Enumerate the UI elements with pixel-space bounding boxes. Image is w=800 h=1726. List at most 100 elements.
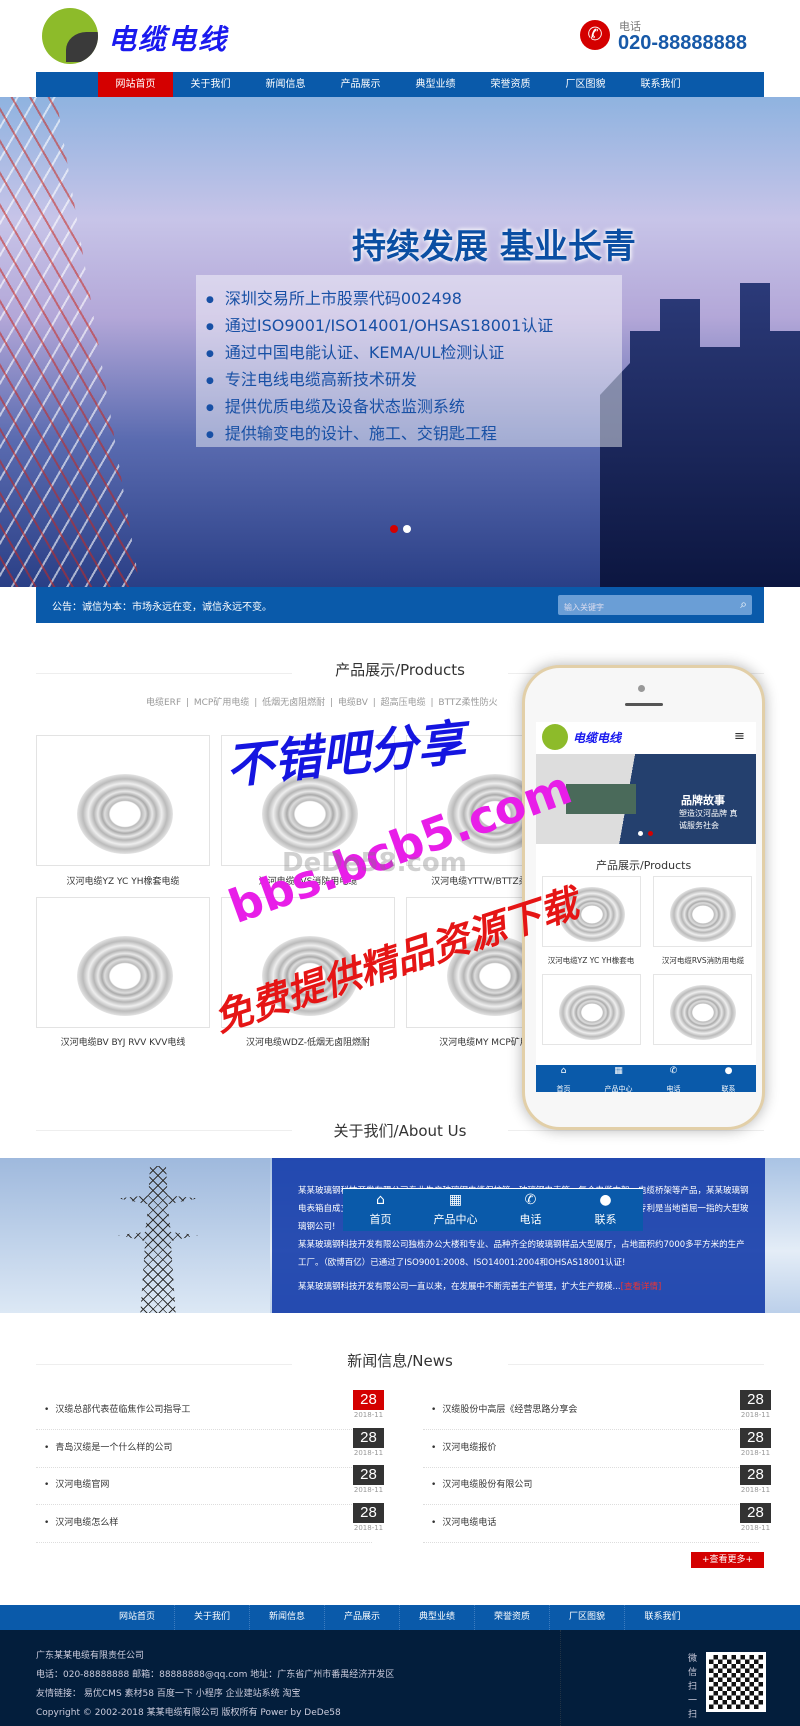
product-label[interactable]: 汉河电缆YZ YC YH橡套电缆 xyxy=(36,874,210,887)
friend-link[interactable]: 素材58 xyxy=(125,1689,154,1699)
product-categories[interactable]: 电缆ERF | MCP矿用电缆 | 低烟无卤阻燃耐 | 电缆BV | 超高压电缆… xyxy=(146,695,498,708)
news-title[interactable]: 汉河电缆股份有限公司 xyxy=(431,1477,532,1490)
footer-nav-item[interactable]: 联系我们 xyxy=(625,1605,700,1630)
menu-icon[interactable]: ≡ xyxy=(734,729,745,744)
news-item[interactable]: 汉河电缆官网 282018-11 xyxy=(36,1465,384,1505)
news-title[interactable]: 汉河电缆报价 xyxy=(431,1440,496,1453)
nav-item-about[interactable]: 关于我们 xyxy=(173,72,248,97)
nav-item-cases[interactable]: 典型业绩 xyxy=(398,72,473,97)
footer-copyright: Copyright © 2002-2018 某某电缆有限公司 版权所有 Powe… xyxy=(36,1708,341,1718)
mobile-product-label: 汉河电缆YZ YC YH橡套电 xyxy=(547,956,635,965)
nav-item-home[interactable]: 网站首页 xyxy=(98,72,173,97)
news-date: 2018-11 xyxy=(740,1486,771,1494)
footer-nav: 网站首页 关于我们 新闻信息 产品展示 典型业绩 荣誉资质 厂区图貌 联系我们 xyxy=(0,1605,800,1630)
product-card[interactable] xyxy=(221,897,395,1028)
nav-item-products[interactable]: 产品展示 xyxy=(323,72,398,97)
news-item[interactable]: 汉河电缆电话 282018-11 xyxy=(423,1503,771,1543)
news-item[interactable]: 汉缆股份中高层《经营思路分享会 282018-11 xyxy=(423,1390,771,1430)
news-item[interactable]: 汉河电缆报价 282018-11 xyxy=(423,1428,771,1468)
hero-banner[interactable]: 持续发展 基业长青 深圳交易所上市股票代码002498 通过ISO9001/IS… xyxy=(0,97,800,587)
mobile-nav-home[interactable]: ⌂ 首页 xyxy=(343,1189,418,1231)
camera-icon xyxy=(638,685,645,692)
product-card[interactable] xyxy=(221,735,395,866)
news-title[interactable]: 汉河电缆电话 xyxy=(431,1515,496,1528)
news-item[interactable]: 汉缆总部代表莅临焦作公司指导工 282018-11 xyxy=(36,1390,384,1430)
news-title[interactable]: 汉缆股份中高层《经营思路分享会 xyxy=(431,1402,577,1415)
footer-nav-item[interactable]: 新闻信息 xyxy=(250,1605,325,1630)
news-title[interactable]: 青岛汉缆是一个什么样的公司 xyxy=(44,1440,172,1453)
friend-link[interactable]: 淘宝 xyxy=(283,1689,301,1699)
mobile-nav-phone[interactable]: ✆ 电话 xyxy=(493,1189,568,1231)
news-title[interactable]: 汉河电缆官网 xyxy=(44,1477,109,1490)
friend-link[interactable]: 百度一下 xyxy=(157,1689,193,1699)
notice-text: 公告：诚信为本：市场永远在变，诚信永远不变。 xyxy=(52,602,272,613)
user-icon: ● xyxy=(599,1192,612,1208)
mobile-product-card xyxy=(653,876,752,947)
footer-nav-item[interactable]: 典型业绩 xyxy=(400,1605,475,1630)
slide-dot-2[interactable] xyxy=(403,525,411,533)
mobile-banner: 品牌故事 塑造汉河品牌 真诚服务社会 xyxy=(536,754,756,844)
footer-nav-item[interactable]: 厂区图貌 xyxy=(550,1605,625,1630)
footer-company: 广东某某电缆有限责任公司 xyxy=(36,1651,145,1661)
user-icon: ● xyxy=(724,1066,733,1076)
news-title[interactable]: 汉缆总部代表莅临焦作公司指导工 xyxy=(44,1402,190,1415)
logo-text[interactable]: 电缆电线 xyxy=(108,18,228,58)
home-icon: ⌂ xyxy=(560,1066,567,1076)
product-card[interactable] xyxy=(36,735,210,866)
banner-bullet: 深圳交易所上市股票代码002498 xyxy=(206,285,622,312)
logo-icon[interactable] xyxy=(42,8,98,64)
nav-item-honors[interactable]: 荣誉资质 xyxy=(473,72,548,97)
news-item[interactable]: 汉河电缆股份有限公司 282018-11 xyxy=(423,1465,771,1505)
nav-item-factory[interactable]: 厂区图貌 xyxy=(548,72,623,97)
footer-nav-item[interactable]: 荣誉资质 xyxy=(475,1605,550,1630)
cable-image xyxy=(670,887,736,942)
about-section: 某某玻璃钢科技开发有限公司专业生产玻璃钢电缆保护管、玻璃钢电表箱、复合电缆支架、… xyxy=(0,1158,800,1313)
news-date: 2018-11 xyxy=(353,1449,384,1457)
mobile-nav-contact[interactable]: ● 联系 xyxy=(568,1189,643,1231)
footer: 广东某某电缆有限责任公司 电话：020-88888888 邮箱：88888888… xyxy=(0,1630,800,1726)
nav-item-contact[interactable]: 联系我们 xyxy=(623,72,698,97)
mobile-products-title: 产品展示/Products xyxy=(596,859,692,872)
mobile-screen-nav: ⌂ 首页 ▦ 产品中心 ✆ 电话 ● 联系 xyxy=(536,1065,756,1092)
search-icon[interactable]: ⌕ xyxy=(740,597,747,612)
banner-title: 持续发展 基业长青 xyxy=(352,227,636,267)
news-day: 28 xyxy=(353,1465,384,1485)
slide-dot-1[interactable] xyxy=(390,525,398,533)
about-more-link[interactable]: [查看详情] xyxy=(621,1282,662,1292)
news-date: 2018-11 xyxy=(740,1524,771,1532)
tower-image xyxy=(0,97,140,587)
product-label[interactable]: 汉河电缆WDZ-低烟无卤阻燃耐 xyxy=(221,1035,395,1048)
mobile-nav-products: ▦ 产品中心 xyxy=(591,1065,646,1092)
banner-bullet: 提供输变电的设计、施工、交钥匙工程 xyxy=(206,420,622,447)
pylon-image xyxy=(0,1158,270,1313)
product-card[interactable] xyxy=(36,897,210,1028)
banner-bullet: 提供优质电缆及设备状态监测系统 xyxy=(206,393,622,420)
mobile-nav-products[interactable]: ▦ 产品中心 xyxy=(418,1189,493,1231)
friend-link[interactable]: 企业建站系统 xyxy=(226,1689,280,1699)
news-title[interactable]: 汉河电缆怎么样 xyxy=(44,1515,118,1528)
footer-nav-item[interactable]: 产品展示 xyxy=(325,1605,400,1630)
search-box: ⌕ xyxy=(558,595,752,618)
mobile-nav-home: ⌂ 首页 xyxy=(536,1065,591,1092)
search-input[interactable] xyxy=(558,597,728,618)
mobile-logo-text: 电缆电线 xyxy=(573,731,622,745)
product-label[interactable]: 汉河电缆BV BYJ RVV KVV电线 xyxy=(36,1035,210,1048)
pylon-icon xyxy=(118,1166,198,1313)
mobile-nav-phone: ✆ 电话 xyxy=(646,1065,701,1092)
friend-link[interactable]: 小程序 xyxy=(196,1689,223,1699)
product-label[interactable]: 汉河电缆RVS消防用电缆 xyxy=(221,874,395,887)
speaker-icon xyxy=(625,703,663,706)
news-item[interactable]: 青岛汉缆是一个什么样的公司 282018-11 xyxy=(36,1428,384,1468)
news-item[interactable]: 汉河电缆怎么样 282018-11 xyxy=(36,1503,384,1543)
notice-bar: 公告：诚信为本：市场永远在变，诚信永远不变。 ⌕ xyxy=(36,587,764,623)
mobile-nav-label: 首页 xyxy=(556,1085,571,1092)
phone-icon: ✆ xyxy=(580,20,610,50)
friend-link[interactable]: 易优CMS xyxy=(84,1689,122,1699)
footer-nav-item[interactable]: 关于我们 xyxy=(175,1605,250,1630)
footer-nav-item[interactable]: 网站首页 xyxy=(100,1605,175,1630)
main-nav: 网站首页 关于我们 新闻信息 产品展示 典型业绩 荣誉资质 厂区图貌 联系我们 xyxy=(36,72,764,97)
news-more-button[interactable]: +查看更多+ xyxy=(691,1552,764,1568)
nav-item-news[interactable]: 新闻信息 xyxy=(248,72,323,97)
news-date: 2018-11 xyxy=(740,1411,771,1419)
mobile-product-card xyxy=(542,876,641,947)
